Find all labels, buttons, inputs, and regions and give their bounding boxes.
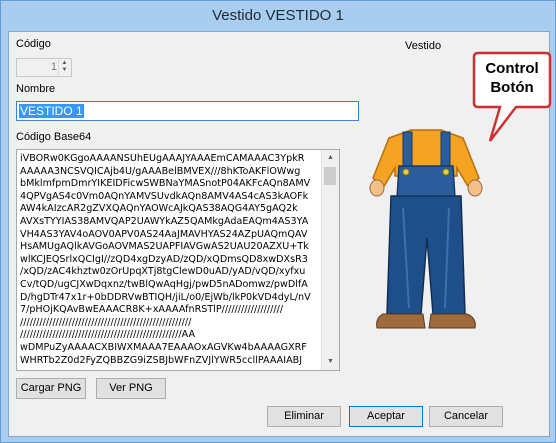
- aceptar-button[interactable]: Aceptar: [349, 406, 423, 427]
- nombre-label: Nombre: [16, 83, 56, 95]
- codigo-value: 1: [50, 61, 57, 73]
- codigo-label: Código: [16, 38, 51, 50]
- ver-png-button[interactable]: Ver PNG: [96, 378, 166, 399]
- dialog-client-area: Código 1 ▲ ▼ Nombre VESTIDO 1 Código Bas…: [8, 31, 552, 437]
- eliminar-button[interactable]: Eliminar: [267, 406, 341, 427]
- scroll-thumb[interactable]: [324, 167, 336, 185]
- spin-down-icon: ▼: [61, 67, 68, 73]
- spinner-buttons: ▲ ▼: [58, 60, 70, 75]
- nombre-input[interactable]: VESTIDO 1: [16, 101, 359, 121]
- base64-text: iVBORw0KGgoAAAANSUhEUgAAAJYAAAEmCAMAAAC3…: [20, 153, 311, 366]
- vestido-label: Vestido: [405, 40, 442, 52]
- nombre-input-value: VESTIDO 1: [19, 104, 84, 118]
- scroll-down-icon[interactable]: ▼: [322, 354, 339, 370]
- callout-text: Control Botón: [472, 59, 552, 97]
- overalls-image: [369, 129, 483, 329]
- callout-line-1: Control: [485, 60, 539, 77]
- base64-scrollbar[interactable]: ▲ ▼: [321, 150, 339, 370]
- window-title: Vestido VESTIDO 1: [212, 7, 344, 24]
- cargar-png-button[interactable]: Cargar PNG: [16, 378, 86, 399]
- base64-textarea[interactable]: iVBORw0KGgoAAAANSUhEUgAAAJYAAAEmCAMAAAC3…: [16, 149, 340, 371]
- spin-up-icon: ▲: [61, 60, 68, 66]
- dialog-window: Vestido VESTIDO 1 Código 1 ▲ ▼ Nombre VE…: [0, 0, 556, 443]
- codigo-spinner: 1 ▲ ▼: [16, 58, 72, 77]
- title-bar[interactable]: Vestido VESTIDO 1: [1, 1, 555, 31]
- scroll-up-icon[interactable]: ▲: [322, 150, 339, 166]
- cancelar-button[interactable]: Cancelar: [429, 406, 503, 427]
- base64-label: Código Base64: [16, 131, 92, 143]
- callout-line-2: Botón: [490, 79, 534, 96]
